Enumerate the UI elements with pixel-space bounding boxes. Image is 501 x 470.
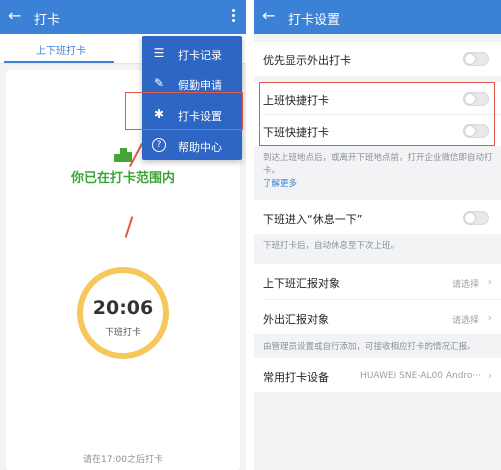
setting-label: 优先显示外出打卡 [263,54,351,67]
clock-label: 下班打卡 [104,328,141,338]
chevron-right-icon: › [487,311,492,324]
back-arrow-icon[interactable]: ← [262,6,275,26]
checkin-time-hint: 请在17:00之后打卡 [83,455,163,465]
setting-label: 常用打卡设备 [263,371,329,384]
building-icon [114,148,132,162]
learn-more-link[interactable]: 了解更多 [263,179,297,189]
setting-row-rest-mode: 下班进入“休息一下” [254,200,501,234]
back-arrow-icon[interactable]: ← [8,6,21,26]
setting-label: 下班进入“休息一下” [263,213,363,226]
setting-row-device[interactable]: 常用打卡设备 HUAWEI SNE-AL00 Andro··· › [254,358,501,392]
list-icon: ☰ [153,46,165,60]
choose-value: 请选择 [451,316,479,326]
choose-value: 请选择 [451,280,479,290]
right-screen: ← 打卡设置 优先显示外出打卡 上班快捷打卡 下班快捷打卡 到达上班地点后，或离… [254,0,501,470]
app-bar: ← 打卡 [0,0,246,34]
left-screen: ← 打卡 上下班打卡 你已在打卡范围内 20:06 下班打卡 请在17:00之后… [0,0,246,470]
checkin-button[interactable]: 20:06 下班打卡 [77,267,169,359]
quick-checkin-description: 到达上班地点后，或离开下班地点前，打开企业微信即自动打卡。 了解更多 [263,152,495,191]
tab-indicator [4,61,114,63]
in-range-status: 你已在打卡范围内 [70,171,175,186]
chevron-right-icon: › [487,369,492,382]
setting-label: 上下班汇报对象 [263,277,340,290]
menu-item-records[interactable]: ☰ 打卡记录 [142,39,242,67]
setting-row-outside-first: 优先显示外出打卡 [254,42,501,76]
page-title: 打卡 [34,13,61,28]
help-icon: ? [152,138,166,152]
setting-label: 外出汇报对象 [263,313,329,326]
menu-item-label: 假勤申请 [178,79,222,92]
menu-item-help[interactable]: ? 帮助中心 [142,131,242,159]
menu-item-label: 帮助中心 [178,141,222,154]
setting-row-report-out[interactable]: 外出汇报对象 请选择 › [254,300,501,334]
tab-commute-checkin[interactable]: 上下班打卡 [36,42,86,57]
page-title: 打卡设置 [288,13,341,28]
toggle-outside-first[interactable] [463,52,489,66]
clock-time: 20:06 [92,297,154,319]
setting-row-report-commute[interactable]: 上下班汇报对象 请选择 › [254,264,501,298]
rest-mode-description: 下班打卡后，自动休息至下次上班。 [263,241,400,251]
more-options-icon[interactable] [232,9,236,25]
description-text: 到达上班地点后，或离开下班地点前，打开企业微信即自动打卡。 [263,153,493,176]
highlight-box [259,82,495,146]
chevron-right-icon: › [487,275,492,288]
highlight-box [125,92,243,130]
menu-item-label: 打卡记录 [178,49,222,62]
app-bar: ← 打卡设置 [254,0,501,34]
edit-icon: ✎ [153,76,165,90]
device-value: HUAWEI SNE-AL00 Andro··· [360,371,481,381]
report-group: 上下班汇报对象 请选择 › 外出汇报对象 请选择 › [254,264,501,334]
toggle-rest-mode[interactable] [463,211,489,225]
report-description: 由管理员设置或自行添加，可接收相应打卡的情况汇报。 [263,342,476,352]
